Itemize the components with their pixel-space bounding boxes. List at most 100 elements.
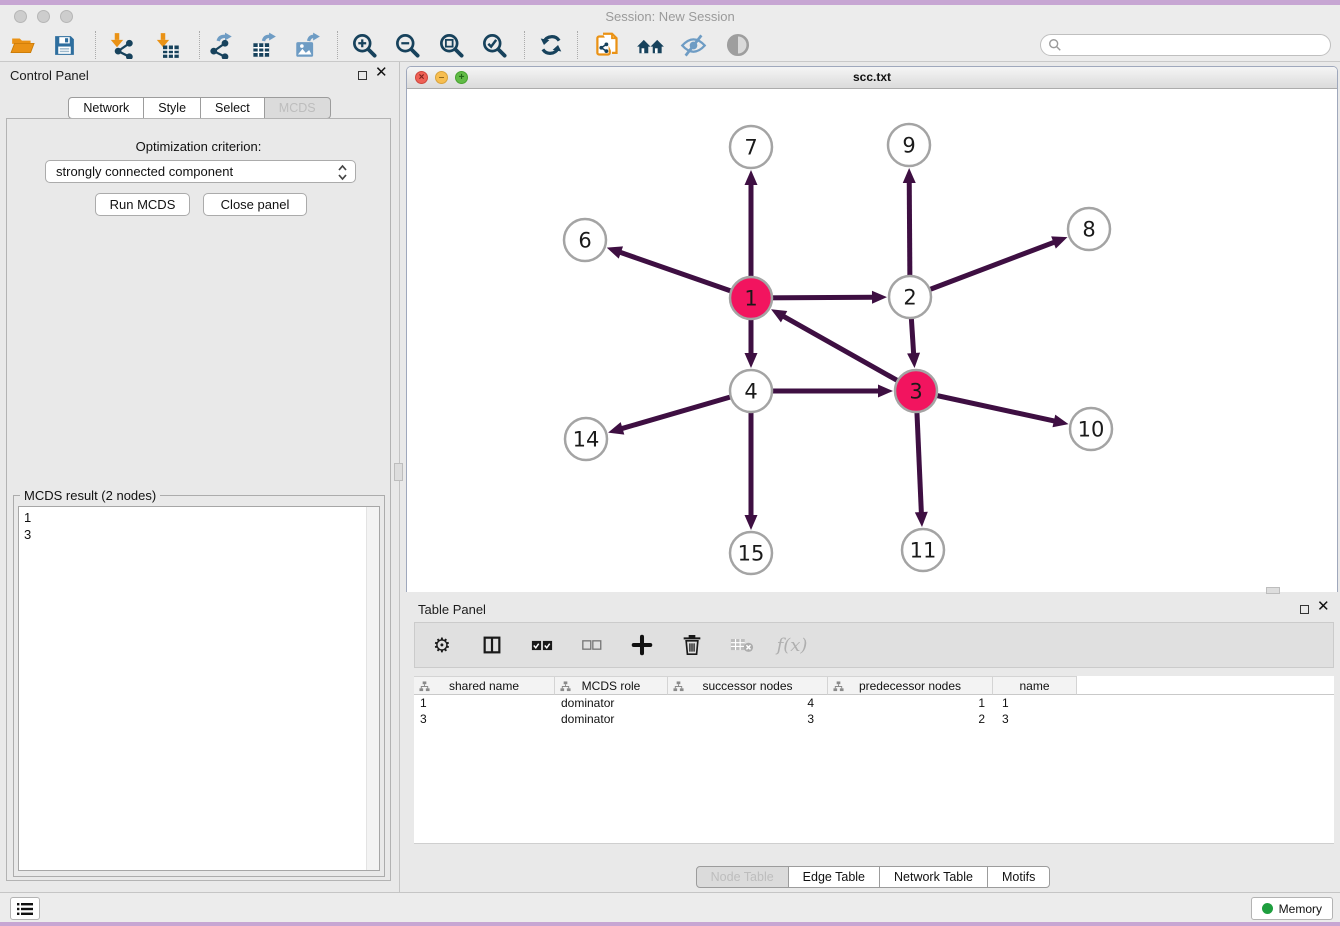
zoom-out-icon[interactable] [391, 30, 423, 60]
close-panel-button[interactable]: Close panel [203, 193, 307, 216]
graph-node-8[interactable]: 8 [1068, 208, 1110, 250]
export-table-icon[interactable] [247, 30, 279, 60]
vertical-splitter-grip[interactable] [394, 463, 403, 481]
new-network-from-selection-icon[interactable] [591, 30, 623, 60]
table-toolbar: ⚙ [414, 622, 1334, 668]
first-neighbors-icon[interactable] [634, 30, 666, 60]
column-header-predecessor-nodes[interactable]: predecessor nodes [828, 676, 993, 695]
delete-column-icon[interactable] [679, 632, 705, 658]
mcds-result-group: MCDS result (2 nodes) 1 3 [13, 495, 385, 877]
graph-node-14[interactable]: 14 [565, 418, 607, 460]
close-table-panel-icon[interactable]: ✕ [1317, 599, 1330, 615]
criterion-dropdown[interactable]: strongly connected component [45, 160, 356, 183]
svg-text:4: 4 [744, 380, 757, 404]
cell-successor-nodes[interactable]: 4 [668, 695, 828, 711]
save-session-icon[interactable] [48, 30, 80, 60]
float-table-panel-icon[interactable] [1300, 605, 1309, 614]
cell-successor-nodes[interactable]: 3 [668, 711, 828, 727]
graph-node-7[interactable]: 7 [730, 126, 772, 168]
network-canvas[interactable]: 7 9 6 8 1 2 4 3 14 10 15 11 [407, 89, 1337, 592]
search-input[interactable] [1040, 34, 1331, 56]
graph-node-2[interactable]: 2 [889, 276, 931, 318]
table-panel-title: Table Panel [418, 602, 486, 617]
table-options-gear-icon[interactable]: ⚙ [429, 632, 455, 658]
float-panel-icon[interactable] [358, 71, 367, 80]
tab-network[interactable]: Network [68, 97, 144, 119]
import-network-icon[interactable] [105, 30, 137, 60]
show-graphics-details-icon[interactable] [722, 30, 754, 60]
svg-text:1: 1 [744, 287, 757, 311]
toolbar-separator [577, 31, 578, 59]
column-label: predecessor nodes [859, 679, 961, 693]
select-all-columns-icon[interactable] [529, 632, 555, 658]
graph-node-4[interactable]: 4 [730, 370, 772, 412]
delete-table-icon[interactable] [729, 632, 755, 658]
cell-name[interactable]: 1 [993, 695, 1077, 711]
tab-select[interactable]: Select [200, 97, 265, 119]
column-label: shared name [449, 679, 519, 693]
show-column-icon[interactable] [479, 632, 505, 658]
zoom-fit-icon[interactable] [435, 30, 467, 60]
export-network-icon[interactable] [204, 30, 236, 60]
network-title: scc.txt [407, 70, 1337, 84]
memory-button[interactable]: Memory [1251, 897, 1333, 920]
svg-text:3: 3 [909, 380, 922, 404]
cell-shared-name[interactable]: 1 [414, 695, 555, 711]
table-row-1[interactable]: 1dominator411 [414, 695, 1334, 711]
cell-predecessor-nodes[interactable]: 1 [828, 695, 993, 711]
result-line: 1 [24, 509, 374, 526]
graph-edge-4-14[interactable] [608, 391, 751, 435]
mcds-result-title: MCDS result (2 nodes) [20, 488, 160, 503]
graph-node-1[interactable]: 1 [730, 277, 772, 319]
unselect-all-columns-icon[interactable] [579, 632, 605, 658]
add-column-icon[interactable] [629, 632, 655, 658]
graph-node-11[interactable]: 11 [902, 529, 944, 571]
svg-text:15: 15 [738, 542, 765, 566]
graph-edge-1-6[interactable] [607, 246, 751, 298]
horizontal-splitter-grip[interactable] [1266, 587, 1280, 594]
export-image-icon[interactable] [291, 30, 323, 60]
column-header-MCDS-role[interactable]: MCDS role [555, 676, 668, 695]
graph-node-9[interactable]: 9 [888, 124, 930, 166]
graph-node-15[interactable]: 15 [730, 532, 772, 574]
graph-edge-3-1[interactable] [771, 309, 916, 391]
tab-motifs[interactable]: Motifs [987, 866, 1050, 888]
main-area: Control Panel ✕ Network Style Select MCD… [0, 62, 1340, 892]
cell-predecessor-nodes[interactable]: 2 [828, 711, 993, 727]
control-panel: Control Panel ✕ Network Style Select MCD… [0, 62, 400, 892]
graph-node-6[interactable]: 6 [564, 219, 606, 261]
result-scrollbar[interactable] [366, 507, 379, 870]
refresh-icon[interactable] [535, 30, 567, 60]
zoom-in-icon[interactable] [348, 30, 380, 60]
tab-style[interactable]: Style [143, 97, 201, 119]
cell-shared-name[interactable]: 3 [414, 711, 555, 727]
column-header-name[interactable]: name [993, 676, 1077, 695]
mcds-result-textarea[interactable]: 1 3 [18, 506, 380, 871]
graph-node-10[interactable]: 10 [1070, 408, 1112, 450]
tab-edge-table[interactable]: Edge Table [788, 866, 880, 888]
task-history-button[interactable] [10, 897, 40, 920]
table-row-2[interactable]: 3dominator323 [414, 711, 1334, 727]
status-bar: Memory [0, 892, 1340, 922]
graph-node-3[interactable]: 3 [895, 370, 937, 412]
node-table: shared name MCDS rolesuccessor nodes prede… [414, 676, 1334, 844]
zoom-selected-icon[interactable] [478, 30, 510, 60]
tab-mcds[interactable]: MCDS [264, 97, 331, 119]
tab-network-table[interactable]: Network Table [879, 866, 988, 888]
cell-MCDS-role[interactable]: dominator [555, 695, 668, 711]
table-panel: Table Panel ✕ ⚙ [406, 596, 1340, 892]
import-table-icon[interactable] [151, 30, 183, 60]
column-header-filler [1077, 676, 1334, 695]
close-panel-icon[interactable]: ✕ [375, 65, 388, 81]
cell-MCDS-role[interactable]: dominator [555, 711, 668, 727]
cell-name[interactable]: 3 [993, 711, 1077, 727]
graph-edge-2-8[interactable] [910, 236, 1067, 297]
graph-edge-3-10[interactable] [916, 391, 1069, 427]
run-mcds-button[interactable]: Run MCDS [95, 193, 190, 216]
tab-node-table[interactable]: Node Table [696, 866, 789, 888]
function-builder-icon[interactable]: f(x) [779, 632, 805, 658]
hide-graphics-details-icon[interactable] [677, 30, 709, 60]
open-folder-icon[interactable] [7, 30, 39, 60]
column-header-successor-nodes[interactable]: successor nodes [668, 676, 828, 695]
column-header-shared-name[interactable]: shared name [414, 676, 555, 695]
